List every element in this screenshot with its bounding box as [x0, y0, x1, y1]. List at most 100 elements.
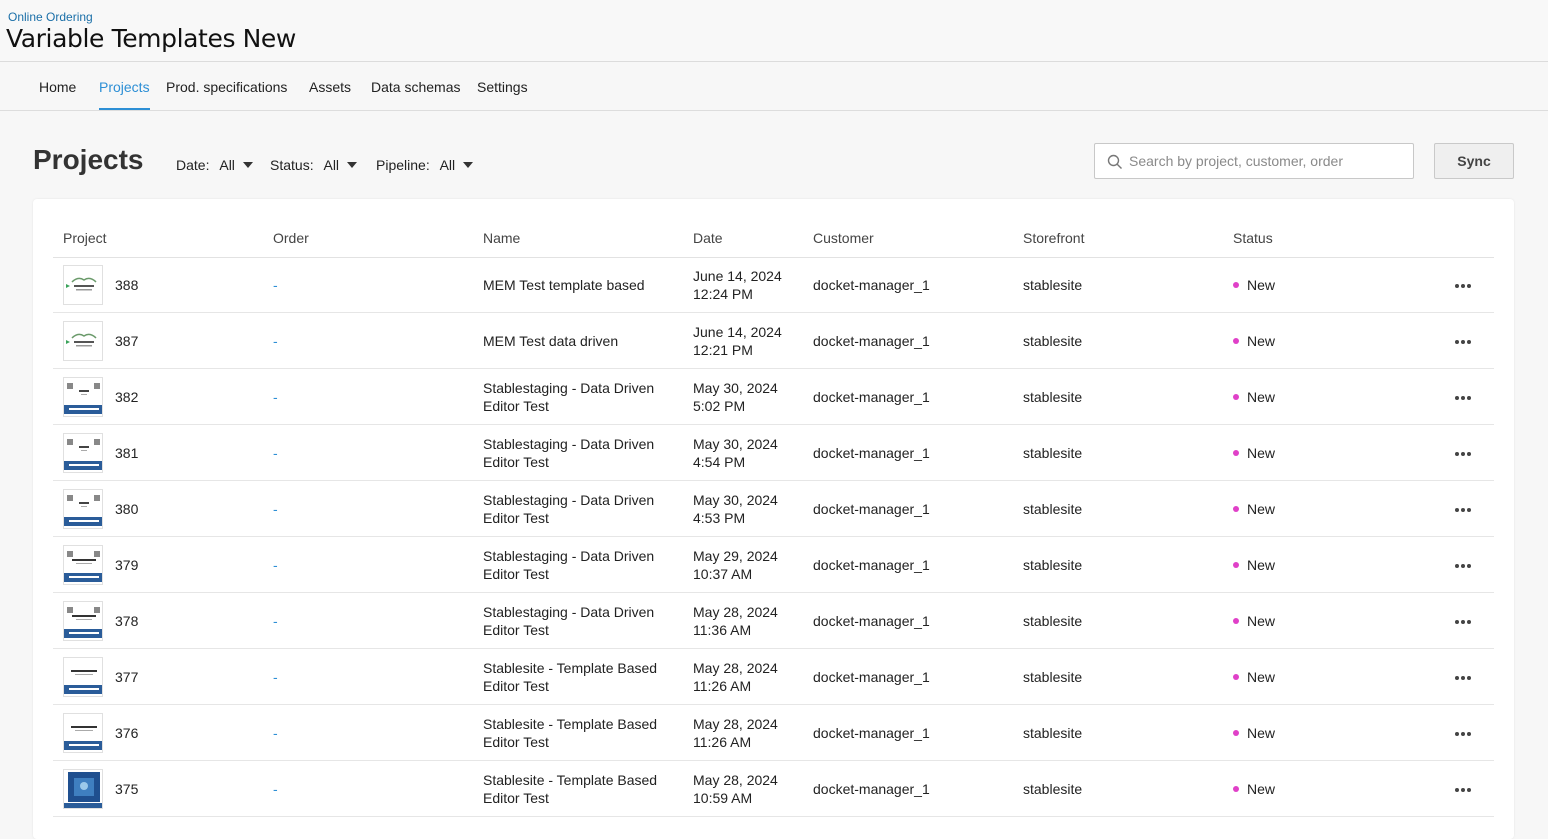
tab-projects[interactable]: Projects [99, 79, 150, 95]
projects-table: Project Order Name Date Customer Storefr… [33, 199, 1514, 839]
table-row[interactable]: 382 - Stablestaging - Data Driven Editor Te… [53, 369, 1494, 425]
more-actions-icon[interactable] [1453, 499, 1473, 519]
project-thumbnail[interactable] [63, 321, 103, 361]
status-dot-icon [1233, 618, 1239, 624]
order-link[interactable]: - [273, 388, 278, 406]
more-actions-icon[interactable] [1453, 555, 1473, 575]
order-link[interactable]: - [273, 556, 278, 574]
project-thumbnail[interactable] [63, 769, 103, 809]
status-dot-icon [1233, 730, 1239, 736]
project-thumbnail[interactable] [63, 545, 103, 585]
project-date: May 30, 2024 4:53 PM [693, 491, 778, 527]
project-id[interactable]: 380 [115, 500, 138, 518]
order-link[interactable]: - [273, 332, 278, 350]
search-input[interactable] [1129, 145, 1409, 177]
project-thumbnail[interactable] [63, 713, 103, 753]
more-actions-icon[interactable] [1453, 667, 1473, 687]
customer-name: docket-manager_1 [813, 557, 930, 573]
customer-name: docket-manager_1 [813, 445, 930, 461]
column-header-name: Name [483, 230, 521, 246]
storefront-name: stablesite [1023, 501, 1083, 517]
more-actions-icon[interactable] [1453, 331, 1473, 351]
project-id[interactable]: 378 [115, 612, 138, 630]
project-date: May 29, 2024 10:37 AM [693, 547, 778, 583]
status-badge: New [1233, 556, 1275, 574]
breadcrumb[interactable]: Online Ordering [8, 10, 93, 24]
date-filter-value: All [219, 157, 235, 173]
project-name-line2: Editor Test [483, 566, 549, 582]
project-id[interactable]: 387 [115, 332, 138, 350]
table-row[interactable]: 376 - Stablesite - Template Based Editor Te… [53, 705, 1494, 761]
order-link[interactable]: - [273, 276, 278, 294]
project-thumbnail[interactable] [63, 377, 103, 417]
more-actions-icon[interactable] [1453, 723, 1473, 743]
table-row[interactable]: 388 - MEM Test template based June 14, 2024… [53, 257, 1494, 313]
customer-name: docket-manager_1 [813, 389, 930, 405]
status-label: New [1247, 445, 1276, 461]
pipeline-filter-label: Pipeline: [376, 157, 430, 173]
status-label: New [1247, 613, 1276, 629]
sync-button[interactable]: Sync [1434, 143, 1514, 179]
project-name-line2: Editor Test [483, 790, 549, 806]
status-dot-icon [1233, 282, 1239, 288]
project-date: May 28, 2024 10:59 AM [693, 771, 778, 807]
project-id[interactable]: 379 [115, 556, 138, 574]
order-link[interactable]: - [273, 612, 278, 630]
app-header: Online Ordering Variable Templates New [0, 0, 1548, 62]
date-filter[interactable]: Date: All [176, 157, 253, 173]
tab-settings[interactable]: Settings [477, 79, 528, 95]
project-date: May 28, 2024 11:36 AM [693, 603, 778, 639]
table-row[interactable]: 380 - Stablestaging - Data Driven Editor Te… [53, 481, 1494, 537]
table-row[interactable]: 379 - Stablestaging - Data Driven Editor Te… [53, 537, 1494, 593]
date-time: 11:26 AM [693, 678, 752, 694]
customer-name: docket-manager_1 [813, 333, 930, 349]
table-row[interactable]: 378 - Stablestaging - Data Driven Editor Te… [53, 593, 1494, 649]
project-id[interactable]: 375 [115, 780, 138, 798]
tab-assets[interactable]: Assets [309, 79, 351, 95]
table-row[interactable]: 381 - Stablestaging - Data Driven Editor Te… [53, 425, 1494, 481]
project-id[interactable]: 382 [115, 388, 138, 406]
order-link[interactable]: - [273, 444, 278, 462]
project-name-line1: Stablestaging - Data Driven [483, 604, 655, 620]
column-header-status: Status [1233, 230, 1273, 246]
more-actions-icon[interactable] [1453, 443, 1473, 463]
more-actions-icon[interactable] [1453, 275, 1473, 295]
more-actions-icon[interactable] [1453, 387, 1473, 407]
order-link[interactable]: - [273, 780, 278, 798]
project-date: June 14, 2024 12:21 PM [693, 323, 782, 359]
table-row[interactable]: 375 - Stablesite - Template Based Editor Te… [53, 761, 1494, 817]
tab-prod-specifications[interactable]: Prod. specifications [166, 79, 287, 95]
project-date: June 14, 2024 12:24 PM [693, 267, 782, 303]
project-thumbnail[interactable] [63, 265, 103, 305]
more-actions-icon[interactable] [1453, 611, 1473, 631]
table-row[interactable]: 387 - MEM Test data driven June 14, 2024 12:… [53, 313, 1494, 369]
customer-name: docket-manager_1 [813, 781, 930, 797]
pipeline-filter[interactable]: Pipeline: All [376, 157, 474, 173]
order-link[interactable]: - [273, 668, 278, 686]
status-dot-icon [1233, 786, 1239, 792]
project-name: Stablestaging - Data Driven Editor Test [483, 379, 683, 415]
project-id[interactable]: 376 [115, 724, 138, 742]
project-id[interactable]: 388 [115, 276, 138, 294]
project-name: Stablestaging - Data Driven Editor Test [483, 435, 683, 471]
main-nav: Home Projects Prod. specifications Asset… [0, 63, 1548, 111]
project-thumbnail[interactable] [63, 489, 103, 529]
date-day: May 30, 2024 [693, 380, 778, 396]
order-link[interactable]: - [273, 500, 278, 518]
tab-data-schemas[interactable]: Data schemas [371, 79, 460, 95]
project-thumbnail[interactable] [63, 657, 103, 697]
status-filter[interactable]: Status: All [270, 157, 358, 173]
storefront-name: stablesite [1023, 669, 1083, 685]
more-actions-icon[interactable] [1453, 779, 1473, 799]
project-thumbnail[interactable] [63, 601, 103, 641]
project-id[interactable]: 377 [115, 668, 138, 686]
tab-home[interactable]: Home [39, 79, 76, 95]
storefront-name: stablesite [1023, 389, 1083, 405]
table-row[interactable]: 377 - Stablesite - Template Based Editor Te… [53, 649, 1494, 705]
project-id[interactable]: 381 [115, 444, 138, 462]
order-link[interactable]: - [273, 724, 278, 742]
project-thumbnail[interactable] [63, 433, 103, 473]
storefront-name: stablesite [1023, 725, 1083, 741]
customer-name: docket-manager_1 [813, 277, 930, 293]
status-label: New [1247, 725, 1276, 741]
